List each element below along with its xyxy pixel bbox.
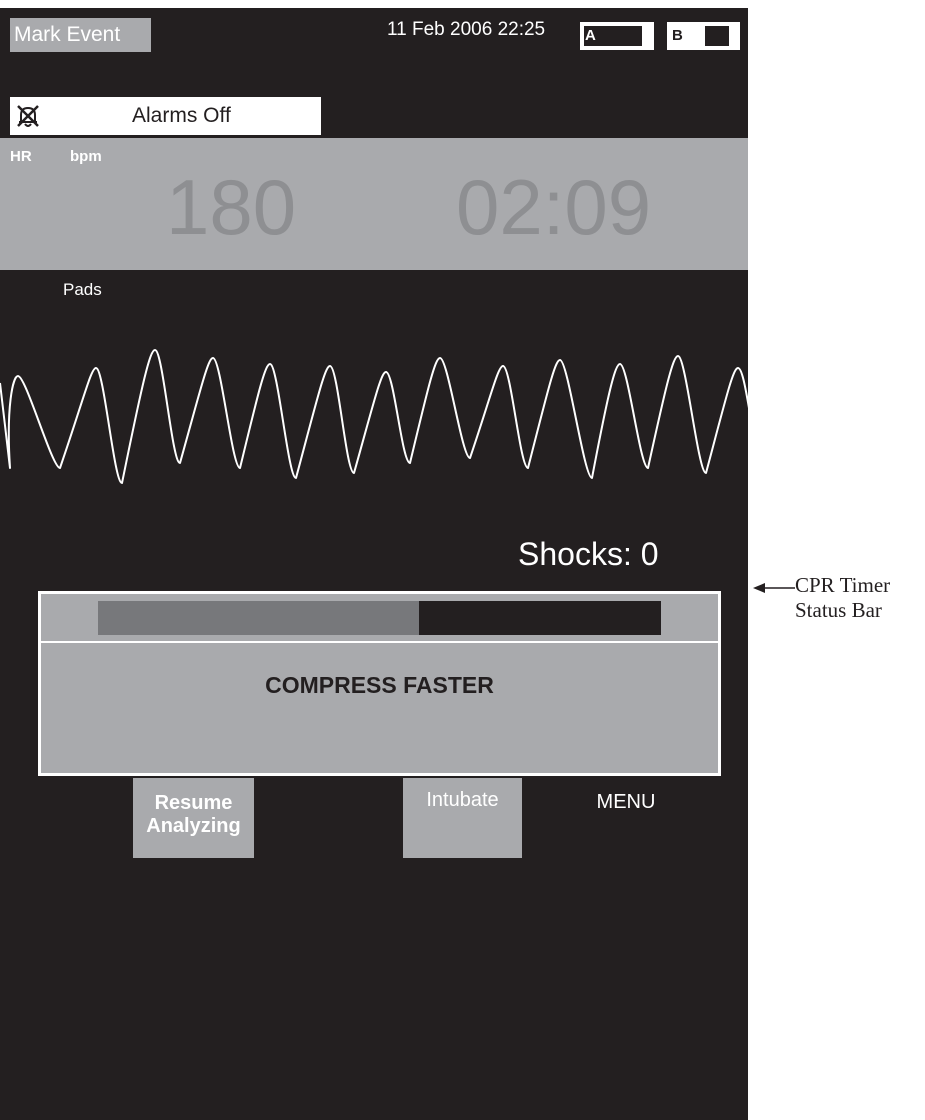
battery-a-label: A — [585, 27, 596, 44]
cpr-prompt-message: COMPRESS FASTER — [265, 672, 494, 698]
cpr-timer-status-row — [41, 594, 718, 643]
ecg-waveform — [0, 349, 748, 484]
resume-line-2: Analyzing — [146, 815, 241, 837]
callout-arrow-icon — [753, 583, 795, 593]
vitals-panel: HR bpm 180 02:09 — [0, 138, 748, 270]
callout-text: CPR Timer Status Bar — [795, 573, 890, 623]
alarm-off-icon — [17, 105, 39, 127]
callout-line-2: Status Bar — [795, 598, 882, 622]
mark-event-button[interactable]: Mark Event — [10, 18, 151, 52]
battery-b-indicator: B — [667, 22, 740, 50]
menu-softkey[interactable]: MENU — [566, 788, 686, 816]
resume-line-1: Resume — [154, 792, 233, 814]
battery-b-label: B — [672, 27, 683, 44]
monitor-screen: Mark Event 11 Feb 2006 22:25 A B Alarms … — [0, 8, 748, 1120]
date-time: 11 Feb 2006 22:25 — [387, 19, 546, 40]
cpr-timer-status-bar — [98, 601, 661, 635]
battery-b-charge — [705, 26, 729, 46]
intubate-softkey[interactable]: Intubate — [403, 778, 522, 858]
ecg-lead-label: Pads — [63, 280, 102, 299]
cpr-timer-panel: COMPRESS FASTER — [38, 591, 721, 776]
alarms-off-banner: Alarms Off — [10, 97, 321, 135]
battery-a-indicator: A — [580, 22, 654, 50]
resume-analyzing-softkey[interactable]: Resume Analyzing — [133, 778, 254, 858]
hr-unit-label: bpm — [70, 148, 102, 165]
callout-line-1: CPR Timer — [795, 573, 891, 597]
alarms-off-text: Alarms Off — [132, 104, 231, 127]
hr-label: HR — [10, 148, 32, 165]
heart-rate-value: 180 — [166, 163, 297, 251]
elapsed-time-value: 02:09 — [456, 163, 652, 251]
shocks-counter: Shocks: 0 — [518, 536, 659, 572]
cpr-timer-progress-fill — [98, 601, 419, 635]
